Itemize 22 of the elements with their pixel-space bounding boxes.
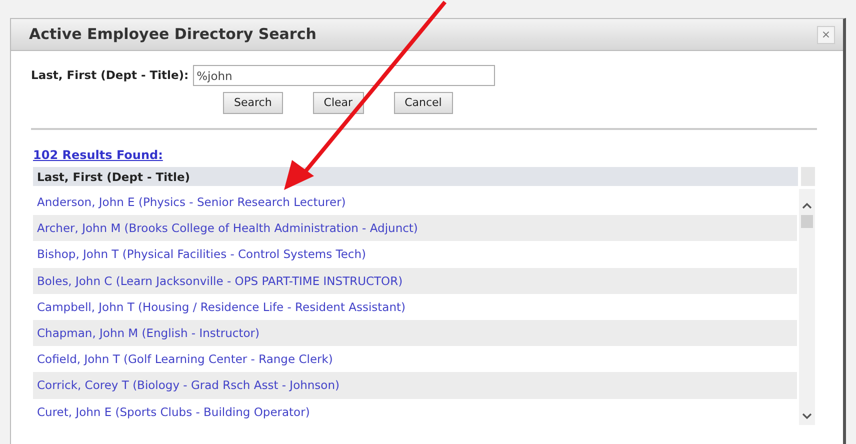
employee-link[interactable]: Bishop, John T (Physical Facilities - Control Systems Tech) <box>33 241 797 268</box>
scrollbar[interactable] <box>799 189 815 425</box>
employee-link[interactable]: Chapman, John M (English - Instructor) <box>33 320 797 346</box>
column-header: Last, First (Dept - Title) <box>33 167 798 186</box>
action-button[interactable]: Cancel <box>394 92 453 114</box>
close-button[interactable]: × <box>817 26 835 44</box>
results-count-link[interactable]: 102 Results Found: <box>33 146 163 164</box>
employee-link[interactable]: Cofield, John T (Golf Learning Center - Range Clerk) <box>33 346 797 372</box>
employee-link[interactable]: Corrick, Corey T (Biology - Grad Rsch Asst - Johnson) <box>33 372 797 398</box>
action-button[interactable]: Clear <box>312 92 364 114</box>
scroll-up-icon[interactable] <box>801 201 813 211</box>
scrollbar-thumb[interactable] <box>801 215 813 228</box>
scroll-down-icon[interactable] <box>801 410 813 421</box>
employee-link[interactable]: Curet, John E (Sports Clubs - Building Operator) <box>33 398 797 425</box>
employee-link[interactable]: Archer, John M (Brooks College of Health Administration - Adjunct) <box>33 215 797 242</box>
search-field[interactable]: %john <box>192 65 495 86</box>
search-label: Last, First (Dept - Title): <box>31 66 189 84</box>
dialog-title: Active Employee Directory Search <box>29 24 316 46</box>
employee-link[interactable]: Campbell, John T (Housing / Residence Life - Resident Assistant) <box>33 294 797 320</box>
action-button[interactable]: Search <box>223 92 283 114</box>
employee-link[interactable]: Anderson, John E (Physics - Senior Research Lecturer) <box>33 189 797 216</box>
employee-link[interactable]: Boles, John C (Learn Jacksonville - OPS PART-TIME INSTRUCTOR) <box>33 268 797 294</box>
